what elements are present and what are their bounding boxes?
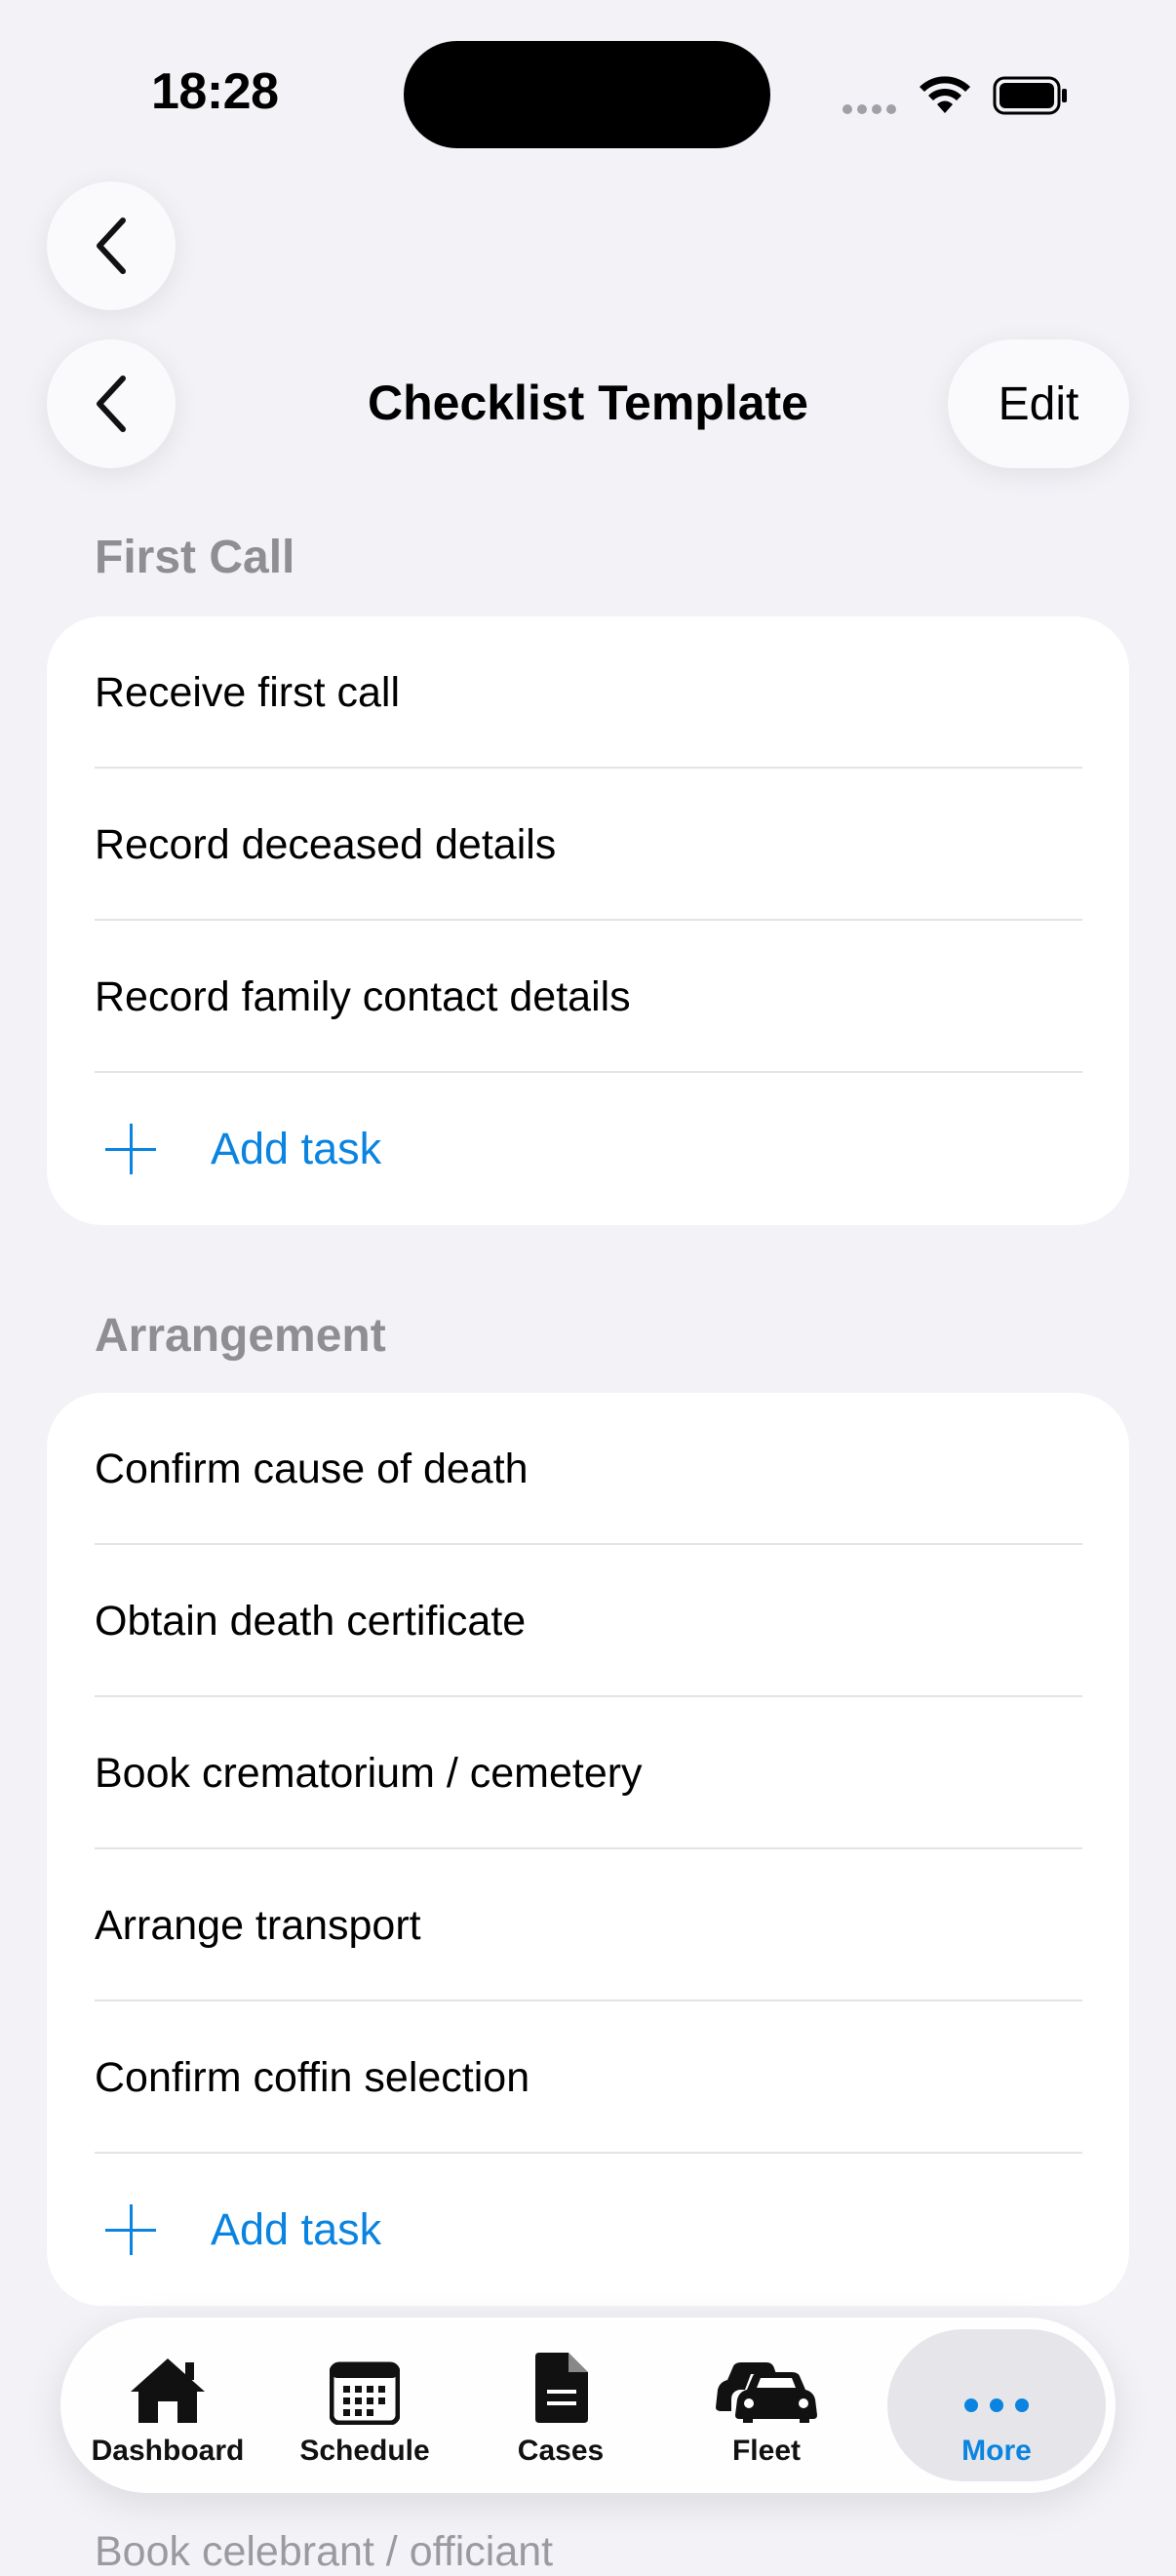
section-header-arrangement: Arrangement (95, 1310, 386, 1362)
task-label: Confirm coffin selection (95, 2053, 530, 2101)
task-label: Obtain death certificate (95, 1597, 527, 1645)
house-icon (127, 2347, 209, 2425)
tab-cases[interactable]: Cases (476, 2318, 646, 2493)
add-task-button-first-call[interactable]: Add task (47, 1073, 1129, 1225)
task-row[interactable]: Record deceased details (47, 769, 1129, 921)
task-row[interactable]: Record family contact details (47, 921, 1129, 1073)
status-time: 18:28 (151, 63, 279, 120)
tab-label: Fleet (731, 2435, 802, 2467)
task-row[interactable]: Confirm cause of death (47, 1393, 1129, 1545)
chevron-left-icon (97, 218, 126, 274)
tab-label: Schedule (299, 2435, 430, 2467)
task-label: Record family contact details (95, 972, 631, 1020)
add-task-label: Add task (211, 1124, 382, 1173)
tab-dashboard[interactable]: Dashboard (70, 2318, 265, 2493)
tab-label: More (961, 2435, 1032, 2467)
task-label: Record deceased details (95, 820, 557, 868)
add-task-label: Add task (211, 2204, 382, 2254)
task-row[interactable]: Arrange transport (47, 1849, 1129, 2001)
tab-fleet[interactable]: Fleet (669, 2318, 864, 2493)
task-label: Confirm cause of death (95, 1445, 529, 1492)
edit-button[interactable]: Edit (948, 339, 1129, 468)
plus-icon (105, 2204, 156, 2255)
task-label: Book crematorium / cemetery (95, 1749, 643, 1797)
tab-label: Dashboard (91, 2435, 245, 2467)
dynamic-island (404, 41, 770, 148)
tab-bar: Dashboard Schedule Cases Fleet More (60, 2318, 1116, 2493)
cellular-signal-icon (843, 101, 901, 119)
task-row[interactable]: Obtain death certificate (47, 1545, 1129, 1697)
tab-schedule[interactable]: Schedule (277, 2318, 452, 2493)
calendar-icon (330, 2347, 400, 2425)
back-button-top[interactable] (47, 181, 176, 310)
plus-icon (105, 1124, 156, 1174)
task-label: Receive first call (95, 668, 401, 716)
tab-more[interactable]: More (887, 2318, 1106, 2493)
wifi-icon (917, 74, 973, 120)
add-task-button-arrangement[interactable]: Add task (47, 2154, 1129, 2306)
task-label: Arrange transport (95, 1901, 421, 1949)
battery-icon (993, 76, 1069, 115)
document-icon (531, 2347, 590, 2425)
section-header-first-call: First Call (95, 532, 295, 583)
arrangement-task-list: Confirm cause of death Obtain death cert… (47, 1393, 1129, 2306)
ellipsis-icon (962, 2347, 1031, 2425)
partially-visible-task: Book celebrant / officiant (95, 2528, 554, 2575)
task-row[interactable]: Confirm coffin selection (47, 2001, 1129, 2154)
task-row[interactable]: Book crematorium / cemetery (47, 1697, 1129, 1849)
cars-icon (712, 2347, 821, 2425)
task-row[interactable]: Receive first call (47, 616, 1129, 769)
tab-label: Cases (517, 2435, 605, 2467)
first-call-task-list: Receive first call Record deceased detai… (47, 616, 1129, 1225)
